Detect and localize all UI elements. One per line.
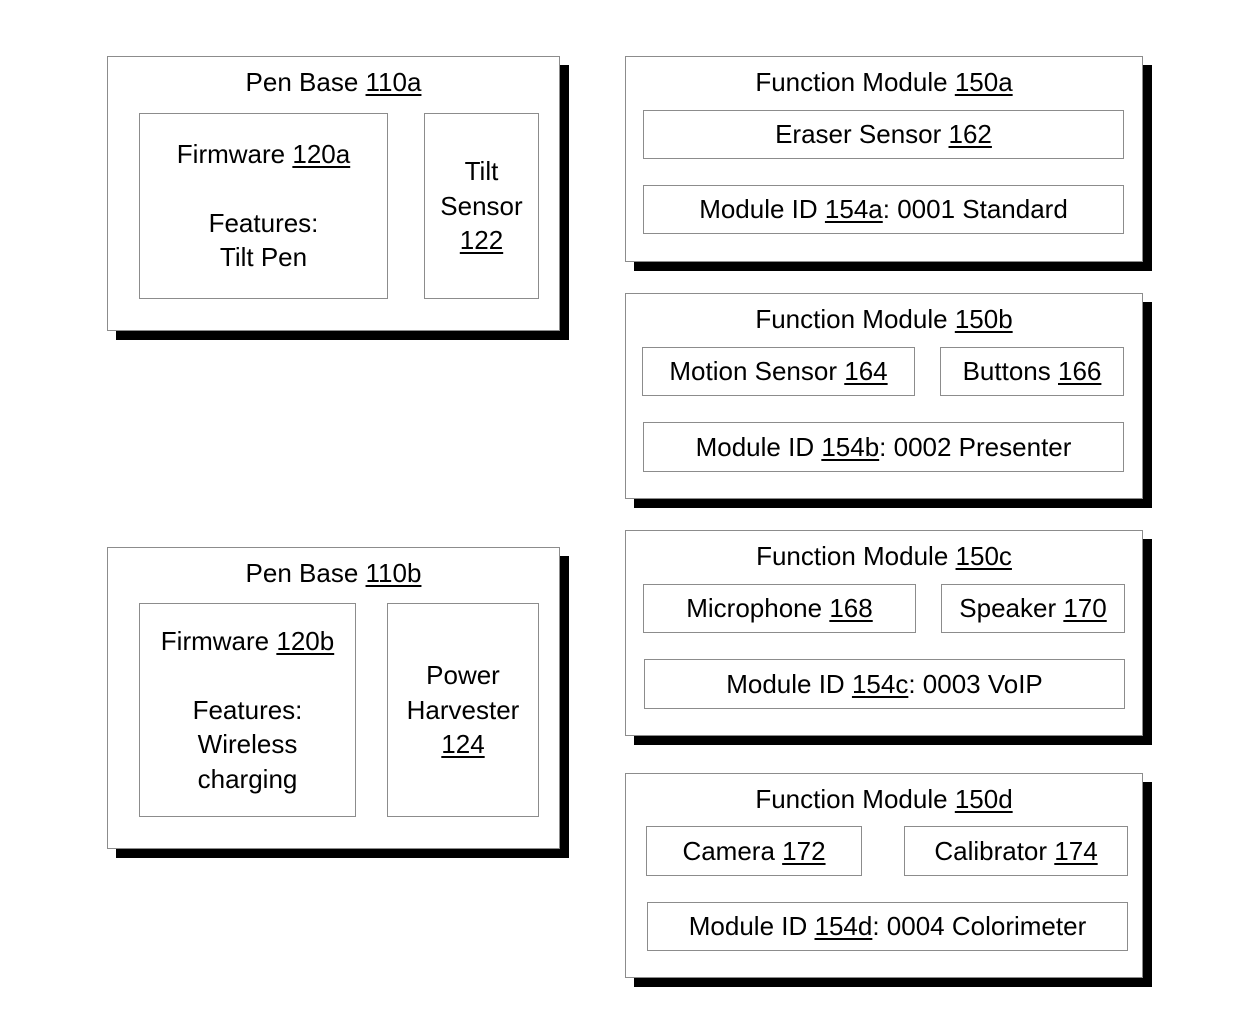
firmware-ref: 120a [292, 139, 351, 170]
module-id-label: Module ID [699, 194, 818, 225]
function-module-150c: Function Module 150c Microphone 168 Spea… [625, 530, 1143, 736]
component-ref: 166 [1058, 356, 1102, 387]
microphone-box: Microphone 168 [643, 584, 916, 633]
component-ref: 124 [441, 729, 485, 760]
firmware-label: Firmware [160, 626, 270, 656]
pen-base-title: Pen Base 110a [108, 67, 559, 97]
features-label: Features: [192, 694, 303, 725]
module-id-box: Module ID 154c: 0003 VoIP [644, 659, 1125, 709]
firmware-box-120a: Firmware 120a Features: Tilt Pen [139, 113, 388, 299]
module-id-box: Module ID 154b: 0002 Presenter [643, 422, 1124, 472]
power-harvester-box-124: Power Harvester 124 [387, 603, 539, 817]
buttons-box: Buttons 166 [940, 347, 1124, 396]
firmware-box-120b: Firmware 120b Features: Wireless chargin… [139, 603, 356, 817]
firmware-title: Firmware 120b [161, 624, 334, 659]
component-label: Eraser Sensor [775, 119, 942, 150]
function-module-ref: 150a [954, 67, 1013, 97]
component-ref: 164 [844, 356, 888, 387]
component-ref: 122 [459, 225, 504, 256]
module-id-label: Module ID [695, 431, 815, 462]
function-module-label: Function Module [755, 304, 948, 334]
module-id-value: : 0004 Colorimeter [872, 911, 1087, 942]
function-module-title: Function Module 150a [626, 67, 1142, 97]
function-module-ref: 150b [954, 304, 1013, 334]
component-label: Microphone [686, 593, 823, 624]
module-id-box: Module ID 154a: 0001 Standard [643, 185, 1124, 234]
component-label-line: Power [426, 660, 500, 691]
function-module-label: Function Module [756, 541, 949, 571]
component-label-line: Sensor [440, 190, 523, 221]
features-label: Features: [208, 207, 319, 238]
module-id-ref: 154d [814, 911, 873, 942]
module-id-label: Module ID [688, 911, 808, 942]
function-module-label: Function Module [755, 784, 948, 814]
function-module-150b: Function Module 150b Motion Sensor 164 B… [625, 293, 1143, 499]
pen-base-110b: Pen Base 110b Firmware 120b Features: Wi… [107, 547, 560, 849]
pen-base-110a: Pen Base 110a Firmware 120a Features: Ti… [107, 56, 560, 331]
pen-base-title: Pen Base 110b [108, 558, 559, 588]
module-id-label: Module ID [726, 668, 845, 699]
function-module-ref: 150d [954, 784, 1013, 814]
component-label: Speaker [959, 593, 1057, 624]
function-module-title: Function Module 150c [626, 541, 1142, 571]
component-label: Camera [682, 835, 775, 866]
firmware-title: Firmware 120a [177, 137, 350, 172]
function-module-150a: Function Module 150a Eraser Sensor 162 M… [625, 56, 1143, 262]
function-module-title: Function Module 150d [626, 784, 1142, 814]
calibrator-box: Calibrator 174 [904, 826, 1128, 876]
module-id-box: Module ID 154d: 0004 Colorimeter [647, 902, 1128, 951]
feature-item: charging [197, 763, 298, 794]
component-label-line: Harvester [406, 694, 520, 725]
component-ref: 172 [782, 835, 826, 866]
feature-item: Tilt Pen [219, 242, 308, 273]
pen-base-ref: 110b [365, 558, 422, 588]
module-id-value: : 0002 Presenter [879, 431, 1072, 462]
component-ref: 174 [1054, 835, 1098, 866]
component-label: Calibrator [934, 835, 1048, 866]
eraser-sensor-box: Eraser Sensor 162 [643, 110, 1124, 159]
component-label: Motion Sensor [669, 356, 838, 387]
module-id-ref: 154b [821, 431, 880, 462]
pen-base-ref: 110a [365, 67, 422, 97]
function-module-ref: 150c [955, 541, 1012, 571]
feature-item: Wireless [197, 729, 298, 759]
module-id-value: : 0001 Standard [882, 194, 1068, 225]
component-ref: 162 [948, 119, 992, 150]
pen-base-label: Pen Base [245, 67, 359, 97]
component-ref: 170 [1063, 593, 1107, 624]
speaker-box: Speaker 170 [941, 584, 1125, 633]
function-module-150d: Function Module 150d Camera 172 Calibrat… [625, 773, 1143, 978]
function-module-title: Function Module 150b [626, 304, 1142, 334]
motion-sensor-box: Motion Sensor 164 [642, 347, 915, 396]
component-ref: 168 [829, 593, 873, 624]
pen-base-label: Pen Base [245, 558, 359, 588]
module-id-ref: 154a [824, 194, 883, 225]
component-label-line: Tilt [464, 156, 499, 187]
firmware-label: Firmware [176, 139, 286, 170]
component-label: Buttons [962, 356, 1051, 387]
camera-box: Camera 172 [646, 826, 862, 876]
tilt-sensor-box-122: Tilt Sensor 122 [424, 113, 539, 299]
module-id-value: : 0003 VoIP [908, 668, 1043, 699]
function-module-label: Function Module [755, 67, 948, 97]
firmware-ref: 120b [276, 626, 335, 656]
module-id-ref: 154c [851, 668, 909, 699]
